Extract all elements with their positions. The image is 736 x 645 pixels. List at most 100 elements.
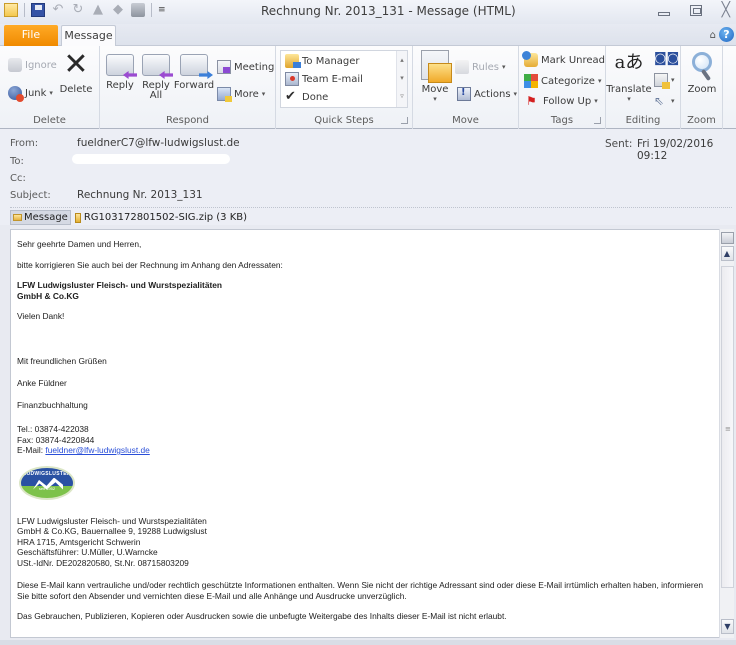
minimize-button[interactable] bbox=[657, 12, 670, 16]
group-zoom: Zoom Zoom bbox=[681, 46, 723, 129]
follow-up-button[interactable]: ⚑ Follow Up ▾ bbox=[526, 94, 598, 108]
attachment-zip[interactable]: RG103172801502-SIG.zip (3 KB) bbox=[74, 212, 248, 223]
tab-message[interactable]: Message bbox=[61, 25, 116, 47]
chevron-down-icon: ▾ bbox=[671, 97, 675, 105]
chevron-down-icon: ▾ bbox=[671, 76, 675, 84]
team-email-icon bbox=[285, 72, 299, 86]
sent-value: Fri 19/02/2016 09:12 bbox=[637, 138, 714, 162]
grip-icon: ≡ bbox=[725, 425, 731, 433]
close-button[interactable]: ╳ bbox=[722, 3, 730, 17]
email-link[interactable]: fueldner@lfw-ludwigslust.de bbox=[45, 445, 149, 455]
delete-button[interactable]: ✕ Delete bbox=[58, 47, 94, 96]
cursor-icon: ⇖ bbox=[654, 94, 665, 108]
undo-icon[interactable]: ↶ bbox=[51, 3, 65, 17]
dialog-launcher-icon[interactable] bbox=[401, 117, 408, 124]
from-value[interactable]: fueldnerC7@lfw-ludwigslust.de bbox=[77, 137, 240, 149]
ignore-button[interactable]: Ignore bbox=[8, 58, 57, 72]
reply-all-button[interactable]: Reply All bbox=[138, 50, 174, 101]
related-icon bbox=[654, 73, 670, 89]
subject-value: Rechnung Nr. 2013_131 bbox=[77, 189, 203, 201]
expand-gallery-icon[interactable]: ▿ bbox=[397, 87, 407, 105]
categorize-button[interactable]: Categorize ▾ bbox=[524, 74, 601, 88]
customize-toolbar-icon[interactable]: ≡ bbox=[158, 5, 166, 15]
footer-line: HRA 1715, Amtsgericht Schwerin bbox=[17, 536, 141, 547]
translate-button[interactable]: aあ Translate ▾ bbox=[606, 50, 651, 103]
actions-icon bbox=[457, 87, 471, 101]
more-icon bbox=[217, 87, 232, 102]
junk-label: Junk bbox=[25, 87, 47, 99]
forward-button[interactable]: Forward bbox=[174, 50, 214, 91]
vertical-scrollbar[interactable]: ▲ ≡ ▼ bbox=[719, 229, 734, 638]
ribbon: Ignore Junk ▾ ✕ Delete Delete Reply Repl… bbox=[0, 46, 736, 129]
window-title: Rechnung Nr. 2013_131 - Message (HTML) bbox=[261, 4, 516, 18]
message-tab-button[interactable]: Message bbox=[10, 210, 71, 225]
people-pane-icon[interactable] bbox=[720, 232, 734, 244]
quick-step-team-email[interactable]: Team E-mail bbox=[285, 72, 363, 86]
tab-file[interactable]: File bbox=[4, 25, 58, 46]
logo-text: LUDWIGSLUSTER bbox=[23, 470, 71, 477]
scroll-up-icon[interactable]: ▴ bbox=[397, 51, 407, 69]
chevron-down-icon: ▾ bbox=[501, 63, 506, 71]
fax: Fax: 03874-4220844 bbox=[17, 434, 95, 445]
department: Finanzbuchhaltung bbox=[17, 399, 88, 410]
junk-button[interactable]: Junk ▾ bbox=[8, 86, 53, 102]
footer-line: LFW Ludwigsluster Fleisch- und Wurstspez… bbox=[17, 515, 207, 526]
group-editing: aあ Translate ▾ ◙◙ ▾ ⇖ ▾ Editing bbox=[606, 46, 681, 129]
group-label-zoom: Zoom bbox=[687, 115, 716, 126]
follow-up-label: Follow Up bbox=[543, 95, 592, 107]
subject-label: Subject: bbox=[10, 190, 51, 201]
to-label: To: bbox=[10, 156, 24, 167]
save-icon[interactable] bbox=[31, 3, 45, 17]
rules-button[interactable]: Rules ▾ bbox=[455, 60, 506, 74]
ribbon-tabs: File Message ⌂ ? bbox=[0, 24, 736, 47]
maximize-button[interactable] bbox=[689, 4, 702, 16]
actions-button[interactable]: Actions ▾ bbox=[457, 87, 517, 101]
message-header: From: fueldnerC7@lfw-ludwigslust.de Sent… bbox=[0, 129, 736, 225]
cc-label: Cc: bbox=[10, 173, 26, 184]
scroll-up-button[interactable]: ▲ bbox=[720, 246, 734, 261]
rules-icon bbox=[455, 60, 469, 74]
actions-label: Actions bbox=[474, 88, 511, 100]
find-button[interactable]: ◙◙ bbox=[654, 52, 679, 66]
move-label: Move bbox=[421, 84, 449, 95]
email-line: E-Mail: fueldner@lfw-ludwigslust.de bbox=[17, 445, 712, 456]
redo-icon[interactable]: ↻ bbox=[71, 3, 85, 17]
scrollbar-thumb[interactable]: ≡ bbox=[721, 266, 734, 588]
scroll-down-icon[interactable]: ▾ bbox=[397, 69, 407, 87]
to-manager-icon bbox=[285, 54, 301, 68]
help-icon[interactable]: ? bbox=[719, 27, 734, 42]
meeting-button[interactable]: Meeting bbox=[217, 60, 274, 74]
more-label: More bbox=[234, 88, 259, 100]
from-label: From: bbox=[10, 138, 39, 149]
translate-icon: aあ bbox=[614, 52, 644, 73]
dialog-launcher-icon[interactable] bbox=[594, 117, 601, 124]
scroll-down-button[interactable]: ▼ bbox=[721, 619, 734, 634]
mark-unread-button[interactable]: Mark Unread bbox=[522, 51, 605, 67]
footer-block: LFW Ludwigsluster Fleisch- und Wurstspez… bbox=[17, 516, 712, 569]
tel: Tel.: 03874-422038 bbox=[17, 424, 89, 434]
move-button[interactable]: Move ▾ bbox=[417, 50, 453, 103]
attachment-filename: RG103172801502-SIG.zip (3 KB) bbox=[83, 212, 248, 223]
quick-step-to-manager[interactable]: To Manager bbox=[285, 54, 360, 68]
select-button[interactable]: ⇖ ▾ bbox=[654, 94, 675, 108]
categorize-label: Categorize bbox=[541, 75, 595, 87]
chevron-down-icon: ▾ bbox=[433, 95, 437, 103]
footer-line: GmbH & Co.KG, Bauernallee 9, 19288 Ludwi… bbox=[17, 526, 207, 536]
next-item-icon[interactable]: ◆ bbox=[111, 3, 125, 17]
separator bbox=[151, 3, 152, 17]
previous-item-icon[interactable]: ▲ bbox=[91, 3, 105, 17]
rules-label: Rules bbox=[472, 61, 499, 73]
zoom-button[interactable]: Zoom bbox=[683, 52, 721, 95]
email-label: E-Mail: bbox=[17, 445, 46, 455]
quick-steps-scroll: ▴ ▾ ▿ bbox=[396, 51, 407, 107]
quick-step-done[interactable]: ✔ Done bbox=[285, 90, 328, 104]
reply-button[interactable]: Reply bbox=[102, 50, 138, 91]
print-icon[interactable] bbox=[131, 3, 145, 17]
minimize-ribbon-icon[interactable]: ⌂ bbox=[710, 30, 716, 41]
related-button[interactable]: ▾ bbox=[654, 73, 675, 89]
request-text: bitte korrigieren Sie auch bei der Rechn… bbox=[17, 259, 283, 270]
chevron-down-icon: ▾ bbox=[594, 97, 598, 105]
forward-icon bbox=[180, 54, 208, 76]
delete-icon: ✕ bbox=[63, 47, 89, 82]
more-respond-button[interactable]: More ▾ bbox=[217, 87, 265, 102]
